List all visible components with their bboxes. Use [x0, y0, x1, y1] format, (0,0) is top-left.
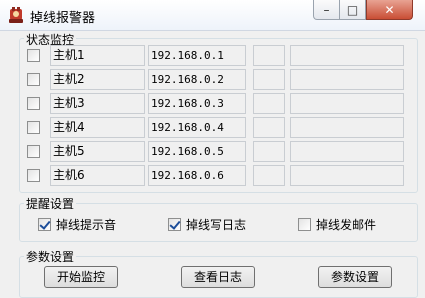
settings-button[interactable]: 参数设置: [318, 266, 392, 288]
host-select-checkbox[interactable]: [27, 49, 40, 62]
host-info-field: [290, 93, 404, 114]
host-status-field: [253, 165, 285, 186]
minimize-button[interactable]: –: [313, 0, 340, 20]
host-ip-field: 192.168.0.5: [148, 141, 246, 162]
host-info-field: [290, 45, 404, 66]
host-status-field: [253, 69, 285, 90]
host-info-field: [290, 117, 404, 138]
host-status-field: [253, 45, 285, 66]
host-status-field: [253, 117, 285, 138]
host-ip-field: 192.168.0.4: [148, 117, 246, 138]
reminder-group-title: 提醒设置: [24, 195, 77, 212]
host-name-field: 主机6: [50, 165, 145, 186]
host-name-field: 主机3: [50, 93, 145, 114]
host-name-field: 主机2: [50, 69, 145, 90]
host-info-field: [290, 165, 404, 186]
host-ip-field: 192.168.0.6: [148, 165, 246, 186]
write-log-checkbox[interactable]: [168, 218, 181, 231]
send-email-checkbox[interactable]: [298, 218, 311, 231]
window-title: 掉线报警器: [30, 11, 96, 26]
host-ip-field: 192.168.0.2: [148, 69, 246, 90]
host-status-field: [253, 93, 285, 114]
close-button[interactable]: ✕: [366, 0, 413, 20]
host-select-checkbox[interactable]: [27, 169, 40, 182]
host-name-field: 主机5: [50, 141, 145, 162]
sound-alert-label[interactable]: 掉线提示音: [56, 216, 116, 233]
send-email-label[interactable]: 掉线发邮件: [316, 216, 376, 233]
host-ip-field: 192.168.0.3: [148, 93, 246, 114]
view-log-button[interactable]: 查看日志: [181, 266, 255, 288]
title-bar[interactable]: 掉线报警器 – □ ✕: [0, 0, 425, 31]
host-name-field: 主机4: [50, 117, 145, 138]
host-select-checkbox[interactable]: [27, 97, 40, 110]
alarm-app-icon: [9, 7, 23, 23]
maximize-button[interactable]: □: [339, 0, 366, 20]
params-group-title: 参数设置: [24, 248, 77, 265]
host-info-field: [290, 69, 404, 90]
host-select-checkbox[interactable]: [27, 73, 40, 86]
write-log-label[interactable]: 掉线写日志: [186, 216, 246, 233]
host-name-field: 主机1: [50, 45, 145, 66]
host-select-checkbox[interactable]: [27, 121, 40, 134]
start-monitor-button[interactable]: 开始监控: [44, 266, 118, 288]
sound-alert-checkbox[interactable]: [38, 218, 51, 231]
host-status-field: [253, 141, 285, 162]
host-select-checkbox[interactable]: [27, 145, 40, 158]
host-ip-field: 192.168.0.1: [148, 45, 246, 66]
host-info-field: [290, 141, 404, 162]
